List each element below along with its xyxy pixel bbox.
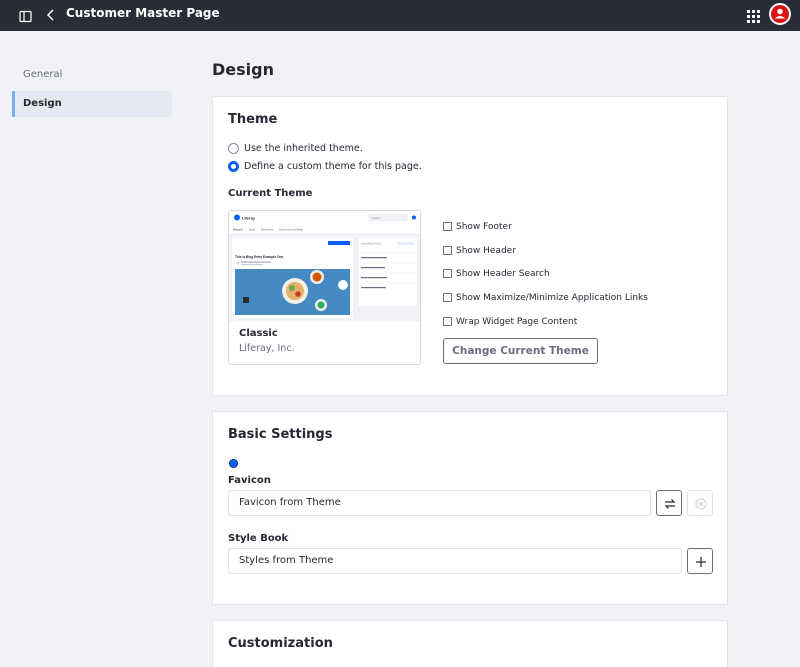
favicon-label: Favicon — [228, 475, 271, 486]
current-theme-label: Current Theme — [228, 188, 313, 199]
preview-nav-item: Blogs — [249, 229, 256, 232]
theme-preview-image: Liferay Search Welcome Blogs Documents D… — [229, 211, 420, 321]
preview-nav-item: Welcome — [233, 229, 244, 232]
radio-label: Use the inherited theme. — [244, 143, 363, 154]
checkbox-label: Show Header Search — [456, 269, 550, 279]
theme-panel: Theme Use the inherited theme. Define a … — [212, 96, 728, 396]
checkbox-label: Show Footer — [456, 222, 512, 232]
back-arrow-icon[interactable] — [45, 7, 57, 23]
preview-nav-item: Documents — [261, 229, 274, 232]
user-avatar-icon[interactable] — [769, 3, 791, 25]
radio-label: Define a custom theme for this page. — [244, 161, 422, 172]
sidebar-item-design[interactable]: Design — [12, 91, 172, 117]
apps-grid-icon[interactable] — [747, 8, 760, 23]
checkbox-box[interactable] — [443, 222, 452, 231]
checkbox-label: Show Maximize/Minimize Application Links — [456, 293, 648, 303]
style-book-label: Style Book — [228, 533, 289, 544]
customization-panel: Customization — [212, 620, 728, 667]
page-heading: Design — [212, 60, 274, 79]
style-book-field[interactable]: Styles from Theme — [228, 548, 682, 574]
preview-post-title: This is Blog Entry Example One — [235, 255, 283, 259]
preview-brand: Liferay — [242, 216, 256, 221]
basic-settings-panel: Basic Settings Favicon Favicon from Them… — [212, 411, 728, 605]
top-bar: Customer Master Page — [0, 0, 800, 31]
page-title: Customer Master Page — [66, 6, 220, 20]
replace-favicon-button[interactable] — [656, 490, 682, 516]
sidebar-item-general[interactable]: General — [12, 62, 172, 88]
checkbox-label: Wrap Widget Page Content — [456, 317, 578, 327]
checkbox-box[interactable] — [443, 317, 452, 326]
change-current-theme-button[interactable]: Change Current Theme — [443, 338, 598, 364]
loading-indicator-icon — [229, 459, 238, 468]
preview-nav-item: Documents and Media — [279, 229, 304, 232]
checkbox-box[interactable] — [443, 269, 452, 278]
preview-aside-title: Latest Blog Entries — [361, 243, 382, 246]
radio-circle[interactable] — [228, 143, 239, 154]
preview-search: Search — [372, 216, 381, 220]
checkbox-box[interactable] — [443, 293, 452, 302]
checkbox-label: Show Header — [456, 246, 516, 256]
favicon-field[interactable]: Favicon from Theme — [228, 490, 651, 516]
clear-favicon-button[interactable] — [687, 490, 713, 516]
radio-circle-checked[interactable] — [228, 161, 239, 172]
theme-author: Liferay, Inc. — [239, 343, 295, 354]
select-style-book-button[interactable] — [687, 548, 713, 574]
theme-title: Theme — [228, 112, 278, 127]
theme-card[interactable]: Liferay Search Welcome Blogs Documents D… — [228, 210, 421, 365]
sidebar-panel-icon[interactable] — [19, 8, 32, 23]
swap-arrows-icon — [664, 499, 676, 509]
clear-circle-icon — [695, 498, 707, 510]
theme-name: Classic — [239, 328, 278, 339]
customization-title: Customization — [228, 636, 333, 651]
checkbox-box[interactable] — [443, 246, 452, 255]
basic-settings-title: Basic Settings — [228, 427, 333, 442]
plus-icon — [696, 557, 706, 567]
